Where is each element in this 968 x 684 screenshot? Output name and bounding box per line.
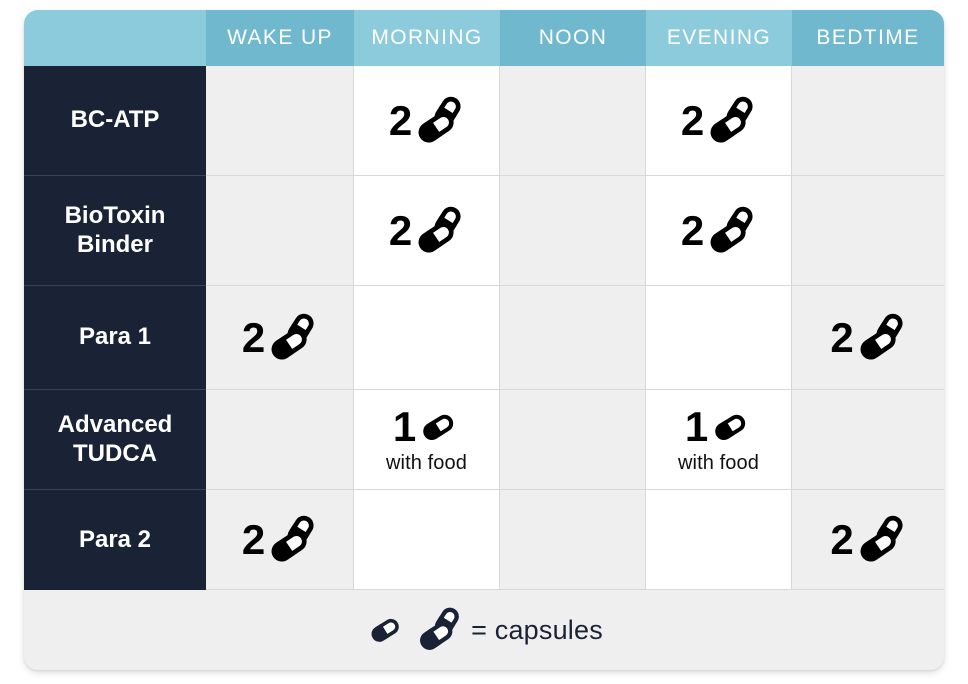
cell-5-morning	[354, 490, 500, 590]
legend-footer: = capsules	[24, 590, 944, 670]
dose-note: with food	[678, 451, 759, 474]
cell-2-noon	[500, 176, 646, 286]
legend-label: = capsules	[471, 614, 603, 645]
dose-group: 2	[389, 95, 464, 147]
cell-4-wake-up	[206, 390, 354, 490]
dose-group: 2	[242, 514, 317, 566]
dose-amount: 2	[680, 96, 704, 144]
cell-3-wake-up: 2	[206, 286, 354, 390]
row-label-1: BC-ATP	[24, 66, 206, 176]
schedule-grid: WAKE UP MORNING NOON EVENING BEDTIME BC-…	[24, 10, 944, 590]
header-col-evening: EVENING	[646, 10, 792, 66]
cell-1-evening: 2	[646, 66, 792, 176]
capsule-double-icon	[265, 312, 317, 364]
capsule-double-icon	[412, 205, 464, 257]
header-col-morning: MORNING	[354, 10, 500, 66]
row-label-3: Para 1	[24, 286, 206, 390]
cell-3-bedtime: 2	[792, 286, 944, 390]
dose-group: 2	[830, 312, 905, 364]
dose-group: 2	[830, 514, 905, 566]
capsule-double-icon	[265, 514, 317, 566]
cell-2-wake-up	[206, 176, 354, 286]
dose-group: 1	[393, 405, 460, 449]
dose-amount: 2	[388, 96, 412, 144]
cell-2-morning: 2	[354, 176, 500, 286]
capsule-double-icon	[854, 514, 906, 566]
cell-2-evening: 2	[646, 176, 792, 286]
capsule-single-icon	[365, 610, 405, 650]
dose-amount: 1	[392, 402, 416, 450]
cell-5-bedtime: 2	[792, 490, 944, 590]
header-col-noon: NOON	[500, 10, 646, 66]
cell-4-morning: 1 with food	[354, 390, 500, 490]
dose-amount: 2	[388, 206, 412, 254]
dose-amount: 1	[684, 402, 708, 450]
dose-group: 1	[685, 405, 752, 449]
capsule-double-icon	[704, 205, 756, 257]
dose-amount: 2	[830, 515, 853, 563]
row-label-2: BioToxin Binder	[24, 176, 206, 286]
cell-4-evening: 1 with food	[646, 390, 792, 490]
header-corner-cell	[24, 10, 206, 66]
cell-5-evening	[646, 490, 792, 590]
dose-amount: 2	[241, 313, 265, 361]
header-col-wake-up: WAKE UP	[206, 10, 354, 66]
row-label-4: Advanced TUDCA	[24, 390, 206, 490]
row-label-5: Para 2	[24, 490, 206, 590]
capsule-double-icon	[854, 312, 906, 364]
cell-1-wake-up	[206, 66, 354, 176]
capsule-single-icon	[708, 405, 752, 449]
capsule-double-icon	[414, 606, 462, 654]
cell-5-noon	[500, 490, 646, 590]
cell-4-bedtime	[792, 390, 944, 490]
dose-amount: 2	[680, 206, 704, 254]
cell-5-wake-up: 2	[206, 490, 354, 590]
dose-note: with food	[386, 451, 467, 474]
dose-amount: 2	[241, 515, 265, 563]
page-root: WAKE UP MORNING NOON EVENING BEDTIME BC-…	[0, 0, 968, 684]
dose-amount: 2	[830, 313, 853, 361]
capsule-double-icon	[704, 95, 756, 147]
header-col-bedtime: BEDTIME	[792, 10, 944, 66]
cell-3-noon	[500, 286, 646, 390]
dose-group: 2	[681, 95, 756, 147]
supplement-schedule-card: WAKE UP MORNING NOON EVENING BEDTIME BC-…	[24, 10, 944, 670]
dose-group: 2	[681, 205, 756, 257]
dose-group: 2	[242, 312, 317, 364]
cell-1-noon	[500, 66, 646, 176]
cell-1-morning: 2	[354, 66, 500, 176]
dose-group: 2	[389, 205, 464, 257]
cell-3-morning	[354, 286, 500, 390]
cell-3-evening	[646, 286, 792, 390]
cell-1-bedtime	[792, 66, 944, 176]
cell-2-bedtime	[792, 176, 944, 286]
capsule-single-icon	[416, 405, 460, 449]
cell-4-noon	[500, 390, 646, 490]
capsule-double-icon	[412, 95, 464, 147]
